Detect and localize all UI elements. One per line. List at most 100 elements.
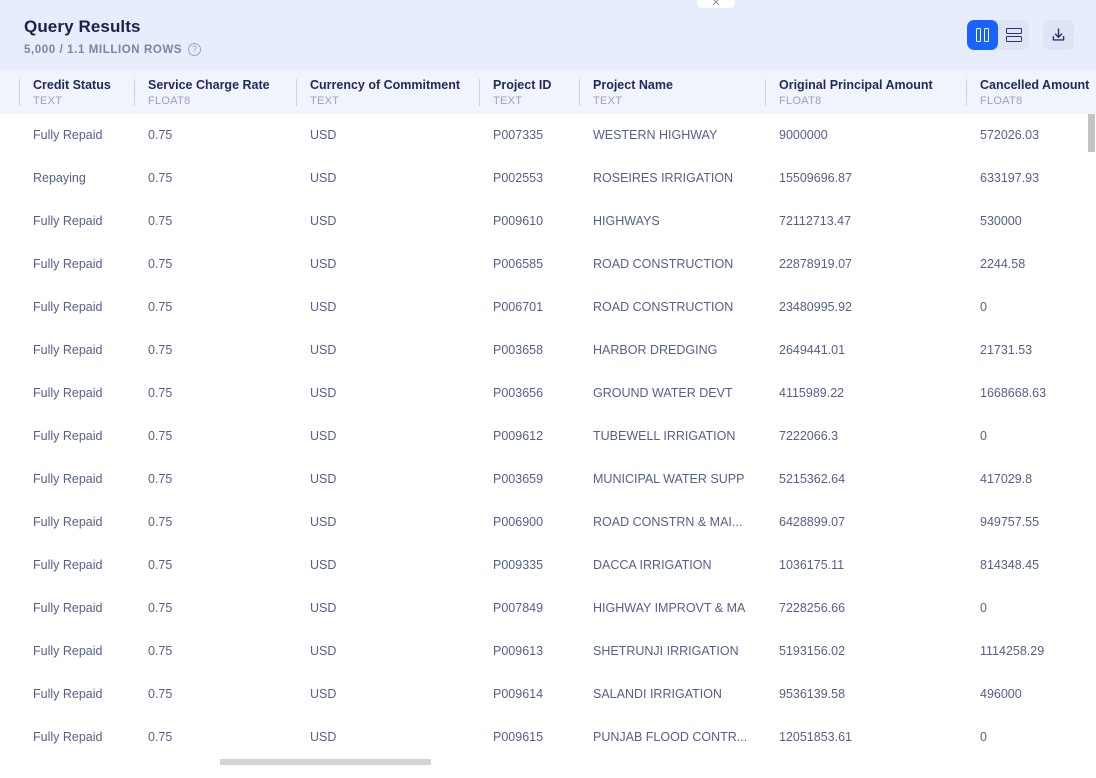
vertical-scrollbar[interactable] <box>1087 114 1096 762</box>
table-cell: 6428899.07 <box>779 515 846 529</box>
row-view-icon <box>1005 27 1022 43</box>
column-header-service-charge-rate[interactable]: Service Charge Rate FLOAT8 <box>134 70 270 114</box>
row-count-line: 5,000 / 1.1 MILLION ROWS ? <box>24 43 202 56</box>
table-cell: 5215362.64 <box>779 472 846 486</box>
table-row[interactable]: Fully Repaid 0.75 USD P003656 GROUND WATER D… <box>0 372 1096 415</box>
table-cell: 0 <box>980 429 987 443</box>
column-separator <box>479 79 480 106</box>
table-cell: 5193156.02 <box>779 644 846 658</box>
table-row[interactable]: Fully Repaid 0.75 USD P006585 ROAD CONSTRUCT… <box>0 243 1096 286</box>
column-separator <box>765 79 766 106</box>
table-cell: 1036175.11 <box>779 558 845 572</box>
table-cell: 0.75 <box>148 472 173 486</box>
table-cell: 814348.45 <box>980 558 1040 572</box>
table-cell: Fully Repaid <box>33 515 103 529</box>
table-cell: 9536139.58 <box>779 687 846 701</box>
table-row[interactable]: Fully Repaid 0.75 USD P007849 HIGHWAY IMPROV… <box>0 587 1096 630</box>
column-header-name: Project ID <box>493 78 552 92</box>
table-cell: 496000 <box>980 687 1022 701</box>
column-header-credit-status[interactable]: Credit Status TEXT <box>19 70 111 114</box>
table-cell: 0.75 <box>148 515 173 529</box>
table-cell: P003659 <box>493 472 544 486</box>
column-header-type: FLOAT8 <box>148 95 191 107</box>
table-row[interactable]: Fully Repaid 0.75 USD P009613 SHETRUNJI IRRI… <box>0 630 1096 673</box>
vertical-scrollbar-thumb[interactable] <box>1088 114 1095 152</box>
download-button[interactable] <box>1043 20 1074 50</box>
table-cell: USD <box>310 730 337 744</box>
table-cell: Fully Repaid <box>33 128 103 142</box>
table-cell: Repaying <box>33 171 86 185</box>
table-cell: USD <box>310 171 337 185</box>
column-header-name: Credit Status <box>33 78 111 92</box>
close-panel-button[interactable]: ✕ <box>697 0 735 9</box>
table-cell: 7222066.3 <box>779 429 839 443</box>
question-circle-icon[interactable]: ? <box>188 43 202 56</box>
table-cell: Fully Repaid <box>33 558 103 572</box>
horizontal-scrollbar[interactable] <box>0 759 1096 772</box>
table-row[interactable]: Fully Repaid 0.75 USD P006900 ROAD CONSTRN &… <box>0 501 1096 544</box>
column-header-project-id[interactable]: Project ID TEXT <box>479 70 551 114</box>
table-row[interactable]: Fully Repaid 0.75 USD P009615 PUNJAB FLOOD C… <box>0 716 1096 759</box>
column-header-type: TEXT <box>33 95 63 107</box>
column-separator <box>966 79 967 106</box>
table-cell: 0 <box>980 300 987 314</box>
column-header-project-name[interactable]: Project Name TEXT <box>579 70 673 114</box>
table-row[interactable]: Repaying 0.75 USD P002553 ROSEIRES IRRIGATIO… <box>0 157 1096 200</box>
column-header-name: Cancelled Amount <box>980 78 1090 92</box>
table-cell: 15509696.87 <box>779 171 852 185</box>
table-cell: P009615 <box>493 730 544 744</box>
table-cell: PUNJAB FLOOD CONTR... <box>593 730 748 744</box>
column-separator <box>296 79 297 106</box>
table-cell: 0.75 <box>148 214 173 228</box>
column-header-name: Project Name <box>593 78 673 92</box>
table-cell: GROUND WATER DEVT <box>593 386 733 400</box>
table-cell: P003658 <box>493 343 544 357</box>
table-cell: P009335 <box>493 558 544 572</box>
horizontal-scrollbar-thumb[interactable] <box>220 759 431 765</box>
table-row[interactable]: Fully Repaid 0.75 USD P009335 DACCA IRRIGATI… <box>0 544 1096 587</box>
table-cell: Fully Repaid <box>33 300 103 314</box>
row-view-button[interactable] <box>998 20 1029 50</box>
table-cell: 0.75 <box>148 343 173 357</box>
column-header-type: TEXT <box>310 95 340 107</box>
table-cell: SALANDI IRRIGATION <box>593 687 722 701</box>
results-table-body: Fully Repaid 0.75 USD P007335 WESTERN HIGHWA… <box>0 114 1096 762</box>
column-header-cancelled-amount[interactable]: Cancelled Amount FLOAT8 <box>966 70 1089 114</box>
table-row[interactable]: Fully Repaid 0.75 USD P003658 HARBOR DREDGIN… <box>0 329 1096 372</box>
table-cell: 2244.58 <box>980 257 1026 271</box>
table-cell: 417029.8 <box>980 472 1033 486</box>
table-cell: P009610 <box>493 214 544 228</box>
table-cell: 72112713.47 <box>779 214 852 228</box>
table-cell: 0.75 <box>148 171 173 185</box>
column-header-row: Credit Status TEXT Service Charge Rate FLOA… <box>0 70 1096 114</box>
table-row[interactable]: Fully Repaid 0.75 USD P007335 WESTERN HIGHWA… <box>0 114 1096 157</box>
table-cell: Fully Repaid <box>33 343 103 357</box>
table-cell: Fully Repaid <box>33 429 103 443</box>
results-header: Query Results 5,000 / 1.1 MILLION ROWS ? <box>0 0 1096 70</box>
table-row[interactable]: Fully Repaid 0.75 USD P006701 ROAD CONSTRUCT… <box>0 286 1096 329</box>
column-header-name: Service Charge Rate <box>148 78 270 92</box>
table-cell: P006701 <box>493 300 544 314</box>
table-cell: ROAD CONSTRUCTION <box>593 257 734 271</box>
table-row[interactable]: Fully Repaid 0.75 USD P009612 TUBEWELL IRRIG… <box>0 415 1096 458</box>
table-cell: 0.75 <box>148 429 173 443</box>
column-header-currency-of-commitment[interactable]: Currency of Commitment TEXT <box>296 70 460 114</box>
close-icon: ✕ <box>711 0 721 9</box>
table-row[interactable]: Fully Repaid 0.75 USD P003659 MUNICIPAL WATE… <box>0 458 1096 501</box>
column-header-original-principal-amount[interactable]: Original Principal Amount FLOAT8 <box>765 70 933 114</box>
table-row[interactable]: Fully Repaid 0.75 USD P009614 SALANDI IRRIGA… <box>0 673 1096 716</box>
table-cell: 1668668.63 <box>980 386 1047 400</box>
table-cell: 7228256.66 <box>779 601 846 615</box>
table-cell: Fully Repaid <box>33 644 103 658</box>
column-separator <box>19 79 20 106</box>
table-cell: 530000 <box>980 214 1022 228</box>
column-header-name: Currency of Commitment <box>310 78 461 92</box>
table-cell: USD <box>310 644 337 658</box>
table-cell: Fully Repaid <box>33 386 103 400</box>
column-header-type: FLOAT8 <box>779 95 822 107</box>
column-view-icon <box>976 28 989 42</box>
table-cell: ROAD CONSTRUCTION <box>593 300 734 314</box>
column-view-button[interactable] <box>967 20 998 50</box>
table-row[interactable]: Fully Repaid 0.75 USD P009610 HIGHWAYS 721127… <box>0 200 1096 243</box>
table-cell: P006900 <box>493 515 544 529</box>
